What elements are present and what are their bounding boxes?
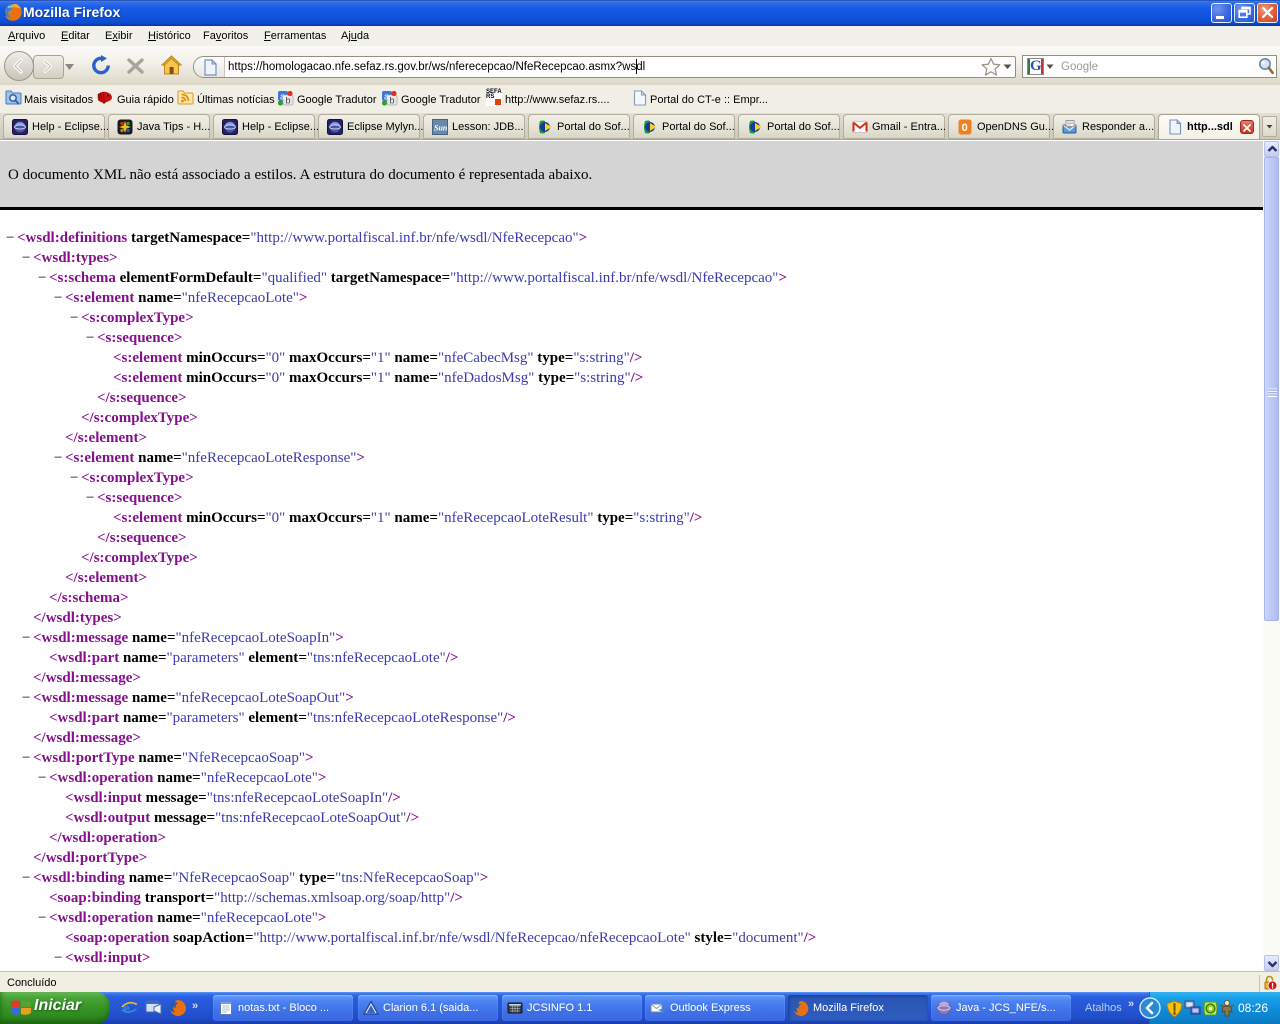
svg-text:a: a xyxy=(384,92,389,102)
svg-text:b: b xyxy=(390,96,395,106)
svg-text:a: a xyxy=(280,92,285,102)
svg-text:0: 0 xyxy=(962,122,968,134)
svg-text:b: b xyxy=(286,96,291,106)
svg-text:Sun: Sun xyxy=(434,124,448,133)
